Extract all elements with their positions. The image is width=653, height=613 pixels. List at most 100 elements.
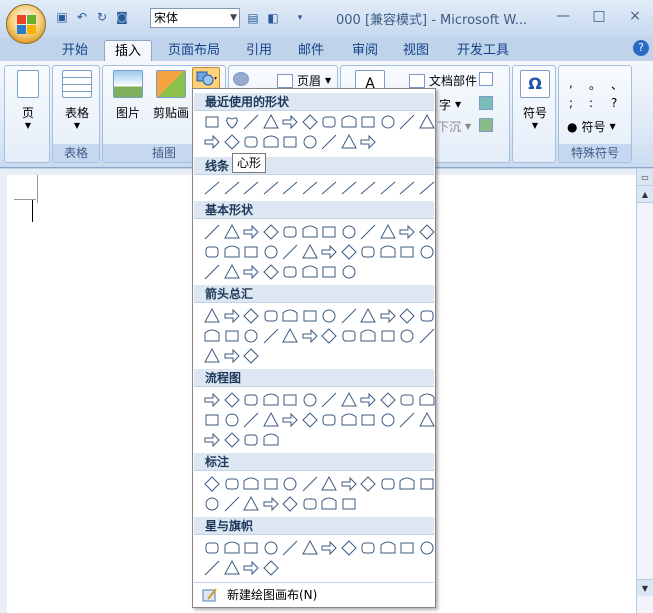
undo-icon[interactable]: ↶: [74, 9, 90, 25]
shape-item[interactable]: [262, 243, 280, 261]
shape-item[interactable]: [301, 263, 319, 281]
shape-item[interactable]: [418, 327, 436, 345]
shape-item[interactable]: [379, 223, 397, 241]
special-char-dun[interactable]: 、: [611, 76, 623, 93]
shape-item[interactable]: [320, 327, 338, 345]
close-button[interactable]: ×: [617, 8, 653, 24]
special-char-colon[interactable]: :: [589, 96, 593, 110]
shape-item[interactable]: [379, 327, 397, 345]
shape-item[interactable]: [281, 223, 299, 241]
save-icon[interactable]: ▣: [54, 9, 70, 25]
shape-item[interactable]: [223, 347, 241, 365]
shape-item[interactable]: [223, 223, 241, 241]
tab-home[interactable]: 开始: [52, 40, 98, 62]
minimize-button[interactable]: —: [545, 8, 581, 24]
shape-item[interactable]: [398, 327, 416, 345]
special-char-period[interactable]: 。: [589, 76, 601, 93]
shape-item[interactable]: [262, 475, 280, 493]
shape-item[interactable]: [359, 475, 377, 493]
shape-item[interactable]: [242, 431, 260, 449]
shape-item[interactable]: [223, 307, 241, 325]
shape-item[interactable]: [281, 495, 299, 513]
shape-item[interactable]: [379, 243, 397, 261]
shape-item[interactable]: [340, 411, 358, 429]
shape-item[interactable]: [203, 431, 221, 449]
shape-item[interactable]: [262, 307, 280, 325]
shape-item[interactable]: [203, 307, 221, 325]
shape-item[interactable]: [379, 475, 397, 493]
shape-item[interactable]: [242, 391, 260, 409]
shape-item[interactable]: [262, 495, 280, 513]
shape-item[interactable]: [320, 179, 338, 197]
scroll-up-arrow[interactable]: ▲: [637, 186, 653, 203]
shape-item[interactable]: [223, 113, 241, 131]
shape-item[interactable]: [359, 113, 377, 131]
shape-item[interactable]: [340, 475, 358, 493]
shape-item[interactable]: [242, 539, 260, 557]
shape-item[interactable]: [340, 223, 358, 241]
shape-item[interactable]: [340, 495, 358, 513]
tab-developer[interactable]: 开发工具: [447, 40, 519, 62]
shape-item[interactable]: [281, 391, 299, 409]
shape-item[interactable]: [242, 411, 260, 429]
office-button[interactable]: [6, 4, 46, 44]
wordart-button[interactable]: 字 ▼: [439, 96, 461, 113]
tab-view[interactable]: 视图: [393, 40, 439, 62]
shape-item[interactable]: [398, 223, 416, 241]
shape-item[interactable]: [281, 327, 299, 345]
shape-item[interactable]: [203, 327, 221, 345]
tab-page-layout[interactable]: 页面布局: [158, 40, 230, 62]
shape-item[interactable]: [203, 475, 221, 493]
shape-item[interactable]: [320, 133, 338, 151]
special-char-semicolon[interactable]: ;: [569, 96, 573, 110]
shape-item[interactable]: [262, 411, 280, 429]
shape-item[interactable]: [320, 223, 338, 241]
shape-item[interactable]: [340, 327, 358, 345]
tab-review[interactable]: 审阅: [342, 40, 388, 62]
shape-item[interactable]: [418, 307, 436, 325]
shape-item[interactable]: [281, 113, 299, 131]
special-char-question[interactable]: ?: [611, 96, 617, 110]
shape-item[interactable]: [320, 495, 338, 513]
shape-item[interactable]: [359, 307, 377, 325]
shape-item[interactable]: [242, 113, 260, 131]
shape-item[interactable]: [242, 495, 260, 513]
shape-item[interactable]: [203, 113, 221, 131]
shape-item[interactable]: [223, 133, 241, 151]
shape-item[interactable]: [418, 223, 436, 241]
shape-item[interactable]: [340, 179, 358, 197]
shape-item[interactable]: [203, 559, 221, 577]
shape-item[interactable]: [223, 559, 241, 577]
shape-item[interactable]: [359, 179, 377, 197]
shape-item[interactable]: [418, 179, 436, 197]
shape-item[interactable]: [418, 475, 436, 493]
shape-item[interactable]: [301, 307, 319, 325]
shape-item[interactable]: [203, 133, 221, 151]
object-button[interactable]: [479, 118, 493, 132]
shape-item[interactable]: [320, 391, 338, 409]
shape-item[interactable]: [223, 243, 241, 261]
shape-item[interactable]: [418, 391, 436, 409]
shape-item[interactable]: [262, 391, 280, 409]
shape-item[interactable]: [262, 263, 280, 281]
shape-item[interactable]: [281, 411, 299, 429]
shape-item[interactable]: [320, 243, 338, 261]
shape-item[interactable]: [359, 223, 377, 241]
shape-item[interactable]: [301, 411, 319, 429]
signature-line-button[interactable]: [479, 72, 493, 86]
shape-item[interactable]: [359, 243, 377, 261]
shape-item[interactable]: [203, 223, 221, 241]
shape-item[interactable]: [418, 243, 436, 261]
shape-item[interactable]: [242, 475, 260, 493]
ruler-toggle-icon[interactable]: ▭: [637, 169, 653, 186]
vertical-scrollbar[interactable]: ▭ ▲ ▼: [636, 169, 653, 613]
shape-item[interactable]: [203, 243, 221, 261]
shape-item[interactable]: [262, 133, 280, 151]
shape-item[interactable]: [398, 391, 416, 409]
shape-item[interactable]: [242, 179, 260, 197]
shape-item[interactable]: [379, 411, 397, 429]
shape-item[interactable]: [262, 327, 280, 345]
shape-item[interactable]: [242, 243, 260, 261]
shape-item[interactable]: [418, 113, 436, 131]
shape-item[interactable]: [242, 347, 260, 365]
